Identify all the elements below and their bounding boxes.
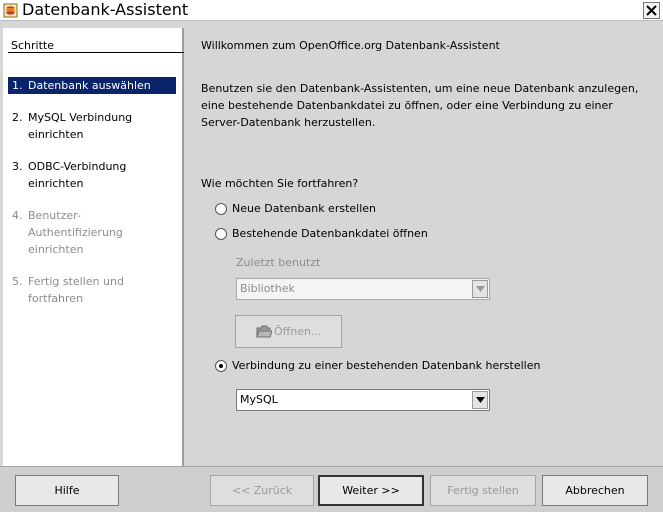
steps-divider: [8, 52, 184, 53]
step-label: ODBC-Verbindung einrichten: [28, 160, 127, 190]
new-database-radio[interactable]: [215, 203, 227, 215]
open-existing-label: Bestehende Datenbankdatei öffnen: [232, 227, 428, 240]
step-finish: 5. Fertig stellen und fortfahren: [8, 273, 176, 307]
main-panel: Willkommen zum OpenOffice.org Datenbank-…: [186, 28, 663, 466]
step-number: 5.: [12, 275, 23, 288]
folder-open-icon: [256, 325, 272, 338]
dropdown-arrow: [472, 280, 488, 298]
title-bar: Datenbank-Assistent: [0, 0, 663, 21]
step-user-authentication: 4. Benutzer-Authentifizierung einrichten: [8, 207, 176, 258]
step-odbc-connection[interactable]: 3. ODBC-Verbindung einrichten: [8, 158, 176, 192]
open-existing-radio[interactable]: [215, 228, 227, 240]
button-bar: Hilfe << Zurück Weiter >> Fertig stellen…: [0, 466, 663, 512]
open-file-button: Öffnen...: [235, 315, 342, 348]
close-button[interactable]: [643, 2, 660, 19]
step-number: 3.: [12, 160, 23, 173]
chevron-down-icon: [476, 397, 485, 403]
question-label: Wie möchten Sie fortfahren?: [201, 177, 359, 190]
window-title: Datenbank-Assistent: [22, 0, 189, 19]
intro-text: Benutzen sie den Datenbank-Assistenten, …: [201, 82, 639, 129]
database-type-dropdown[interactable]: MySQL: [236, 389, 490, 411]
openoffice-base-icon: [3, 3, 18, 18]
cancel-button[interactable]: Abbrechen: [542, 475, 648, 506]
step-label: Datenbank auswählen: [28, 79, 151, 92]
step-number: 2.: [12, 111, 23, 124]
close-icon: [646, 5, 657, 16]
recent-files-label: Zuletzt benutzt: [236, 256, 321, 269]
back-button: << Zurück: [210, 475, 314, 506]
dropdown-arrow[interactable]: [472, 391, 488, 409]
finish-button: Fertig stellen: [430, 475, 536, 506]
chevron-down-icon: [476, 286, 485, 292]
recent-files-dropdown: Bibliothek: [236, 278, 490, 300]
help-button[interactable]: Hilfe: [15, 475, 119, 506]
next-button[interactable]: Weiter >>: [318, 475, 424, 506]
step-number: 1.: [12, 79, 23, 92]
step-label: MySQL Verbindung einrichten: [28, 111, 133, 141]
step-label: Benutzer-Authentifizierung einrichten: [28, 209, 123, 256]
open-file-label: Öffnen...: [274, 325, 322, 338]
new-database-label: Neue Datenbank erstellen: [232, 202, 377, 215]
steps-title: Schritte: [11, 39, 54, 52]
connect-existing-label: Verbindung zu einer bestehenden Datenban…: [232, 359, 541, 372]
database-type-value: MySQL: [240, 393, 278, 406]
step-mysql-connection[interactable]: 2. MySQL Verbindung einrichten: [8, 109, 176, 143]
step-select-database[interactable]: 1. Datenbank auswählen: [8, 77, 176, 94]
step-label: Fertig stellen und fortfahren: [28, 275, 124, 305]
connect-existing-radio[interactable]: [215, 360, 227, 372]
steps-sidebar: Schritte 1. Datenbank auswählen 2. MySQL V…: [3, 28, 184, 466]
welcome-heading: Willkommen zum OpenOffice.org Datenbank-…: [201, 39, 500, 52]
recent-files-value: Bibliothek: [240, 282, 295, 295]
step-number: 4.: [12, 209, 23, 222]
